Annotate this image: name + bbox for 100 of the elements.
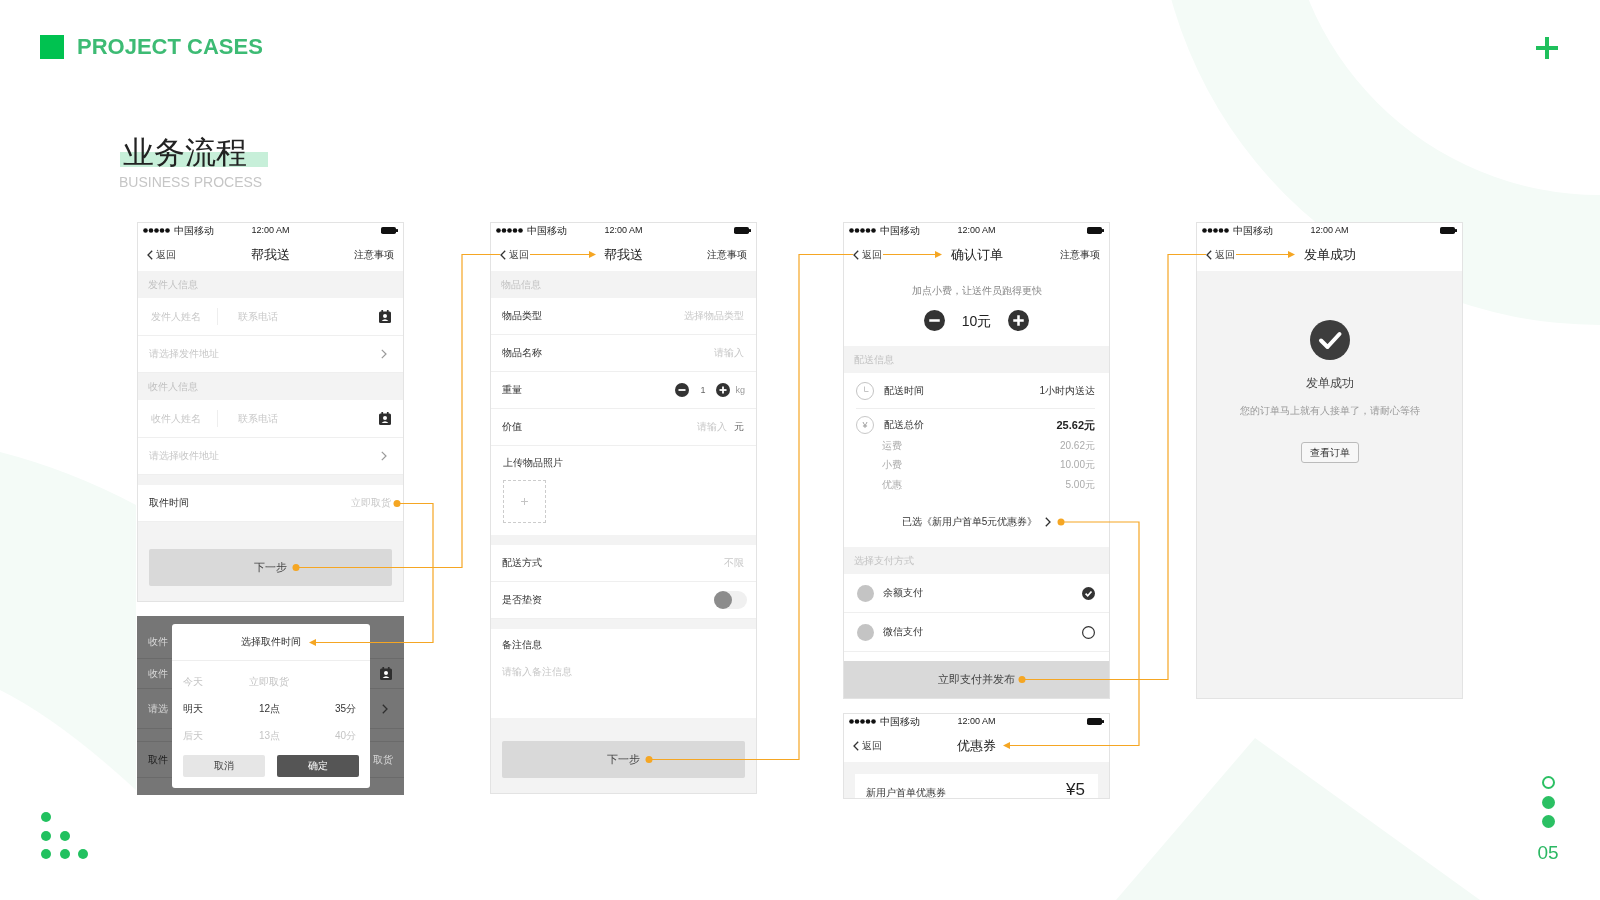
time-label: 12:00 AM bbox=[251, 226, 290, 235]
logo-placeholder-icon bbox=[857, 623, 874, 641]
radio-button[interactable] bbox=[1082, 625, 1095, 639]
result-title: 发单成功 bbox=[1305, 377, 1354, 389]
plus-circle-icon[interactable] bbox=[1008, 310, 1030, 331]
nav-title: 帮我送 bbox=[604, 248, 643, 261]
carrier-label: 中国移动 bbox=[1233, 225, 1273, 236]
result-message: 您的订单马上就有人接单了，请耐心等待 bbox=[1239, 406, 1420, 416]
toggle-switch[interactable] bbox=[714, 591, 747, 609]
carrier-label: 中国移动 bbox=[880, 716, 920, 727]
fee-label: 小费 bbox=[882, 460, 902, 471]
battery-icon bbox=[381, 227, 398, 234]
minus-circle-icon[interactable] bbox=[675, 383, 690, 397]
field-label: 配送总价 bbox=[884, 420, 924, 430]
payment-label: 微信支付 bbox=[883, 627, 923, 637]
pay-button[interactable]: 立即支付并发布 bbox=[844, 661, 1109, 698]
chevron-left-icon[interactable] bbox=[1206, 249, 1212, 260]
check-circle-icon bbox=[1309, 320, 1350, 360]
coupon-link[interactable]: 已选《新用户首单5元优惠券》 bbox=[901, 517, 1052, 527]
notice-link[interactable]: 注意事项 bbox=[707, 249, 747, 260]
hint-text: 加点小费，让送件员跑得更快 bbox=[911, 286, 1042, 296]
square-icon bbox=[40, 35, 64, 59]
nav-title: 发单成功 bbox=[1303, 248, 1356, 261]
page-subtitle: BUSINESS PROCESS bbox=[119, 175, 263, 189]
contact-book-icon[interactable] bbox=[379, 412, 391, 425]
fee-value: 5.00元 bbox=[1065, 479, 1095, 490]
plus-icon bbox=[1536, 37, 1558, 59]
tip-amount: 10元 bbox=[961, 313, 992, 328]
notice-link[interactable]: 注意事项 bbox=[1060, 249, 1100, 260]
picker-option[interactable]: 明天 bbox=[183, 703, 203, 714]
time-label: 12:00 AM bbox=[957, 717, 996, 726]
nav-title: 优惠券 bbox=[957, 739, 996, 752]
field-label: 配送方式 bbox=[502, 558, 542, 568]
battery-icon bbox=[1087, 718, 1104, 725]
next-button[interactable]: 下一步 bbox=[149, 549, 392, 586]
back-button[interactable]: 返回 bbox=[853, 740, 883, 751]
header-title: PROJECT CASES bbox=[77, 36, 263, 58]
page-number: 05 bbox=[1537, 842, 1559, 862]
cancel-button[interactable]: 取消 bbox=[183, 755, 265, 777]
signal-icon bbox=[143, 228, 170, 233]
section-label: 收件 bbox=[148, 637, 168, 647]
back-button[interactable]: 返回 bbox=[147, 249, 177, 260]
contact-book-icon bbox=[380, 667, 392, 680]
picker-option[interactable]: 35分 bbox=[334, 703, 356, 714]
signal-icon bbox=[849, 228, 876, 233]
back-button[interactable]: 返回 bbox=[853, 249, 883, 260]
fee-value: 10.00元 bbox=[1059, 460, 1095, 471]
unit-label: 元 bbox=[734, 422, 744, 432]
time-label: 12:00 AM bbox=[604, 226, 643, 235]
picker-option[interactable]: 12点 bbox=[258, 703, 281, 714]
confirm-button[interactable]: 确定 bbox=[277, 755, 359, 777]
coupon-amount: ¥5 bbox=[1066, 781, 1085, 798]
nav-title: 帮我送 bbox=[251, 248, 290, 261]
battery-icon bbox=[734, 227, 751, 234]
clock-icon bbox=[856, 381, 874, 400]
field-label: 是否垫资 bbox=[502, 595, 542, 605]
field-label: 配送时间 bbox=[884, 385, 924, 396]
field-label: 价值 bbox=[502, 422, 522, 432]
total-price: 25.62元 bbox=[1056, 419, 1095, 431]
field-label: 取件时间 bbox=[149, 498, 189, 508]
field-label: 物品名称 bbox=[502, 348, 542, 358]
chevron-left-icon[interactable] bbox=[853, 740, 859, 751]
next-button[interactable]: 下一步 bbox=[502, 741, 745, 778]
nav-title: 确认订单 bbox=[950, 248, 1003, 261]
back-button[interactable]: 返回 bbox=[1206, 249, 1236, 260]
logo-placeholder-icon bbox=[857, 584, 874, 602]
notice-link[interactable]: 注意事项 bbox=[354, 249, 394, 260]
dialog-title: 选择取件时间 bbox=[241, 637, 301, 647]
carrier-label: 中国移动 bbox=[174, 225, 214, 236]
chevron-left-icon[interactable] bbox=[500, 249, 506, 260]
signal-icon bbox=[1202, 228, 1229, 233]
signal-icon bbox=[496, 228, 523, 233]
radio-button[interactable] bbox=[1082, 586, 1095, 600]
chevron-right-icon bbox=[382, 703, 388, 714]
unit-label: kg bbox=[735, 385, 745, 395]
fee-label: 优惠 bbox=[882, 479, 902, 490]
fee-value: 20.62元 bbox=[1059, 440, 1095, 451]
field-label: 备注信息 bbox=[502, 640, 542, 650]
battery-icon bbox=[1087, 227, 1104, 234]
time-label: 12:00 AM bbox=[1310, 226, 1349, 235]
field-label: 物品类型 bbox=[502, 311, 542, 321]
field-label: 上传物品照片 bbox=[503, 458, 563, 468]
chevron-left-icon[interactable] bbox=[853, 249, 859, 260]
view-order-button[interactable]: 查看订单 bbox=[1300, 442, 1359, 463]
input-field: 取货 bbox=[373, 754, 393, 765]
contact-book-icon[interactable] bbox=[379, 310, 391, 323]
carrier-label: 中国移动 bbox=[880, 225, 920, 236]
address-picker: 请选 bbox=[148, 703, 168, 714]
name-input-field: 收件 bbox=[148, 668, 168, 679]
field-value: 1小时内送达 bbox=[1039, 385, 1095, 396]
chevron-right-icon[interactable] bbox=[1045, 517, 1052, 527]
chevron-left-icon[interactable] bbox=[147, 249, 153, 260]
back-button[interactable]: 返回 bbox=[500, 249, 530, 260]
fee-label: 运费 bbox=[882, 440, 902, 451]
minus-circle-icon[interactable] bbox=[923, 310, 945, 331]
plus-circle-icon[interactable] bbox=[716, 383, 731, 397]
field-label: 重量 bbox=[502, 385, 522, 395]
coupon-name: 新用户首单优惠券 bbox=[866, 788, 946, 798]
plus-icon bbox=[521, 498, 528, 505]
field-label: 取件 bbox=[148, 754, 168, 765]
